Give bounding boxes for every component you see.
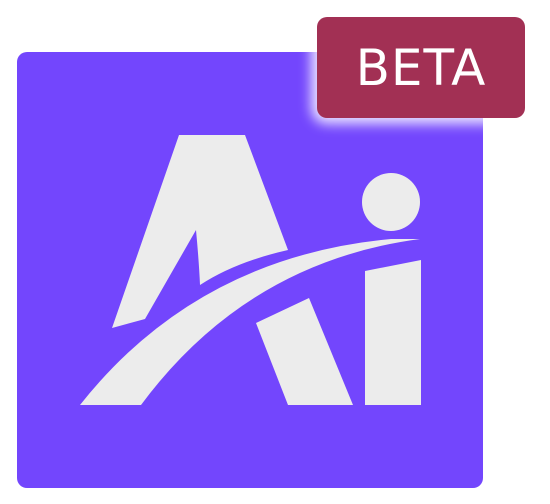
- beta-badge: BETA: [317, 17, 525, 118]
- beta-badge-label: BETA: [355, 38, 487, 97]
- logo-letter-i-stem: [365, 260, 421, 405]
- logo-letter-i-dot: [362, 173, 420, 231]
